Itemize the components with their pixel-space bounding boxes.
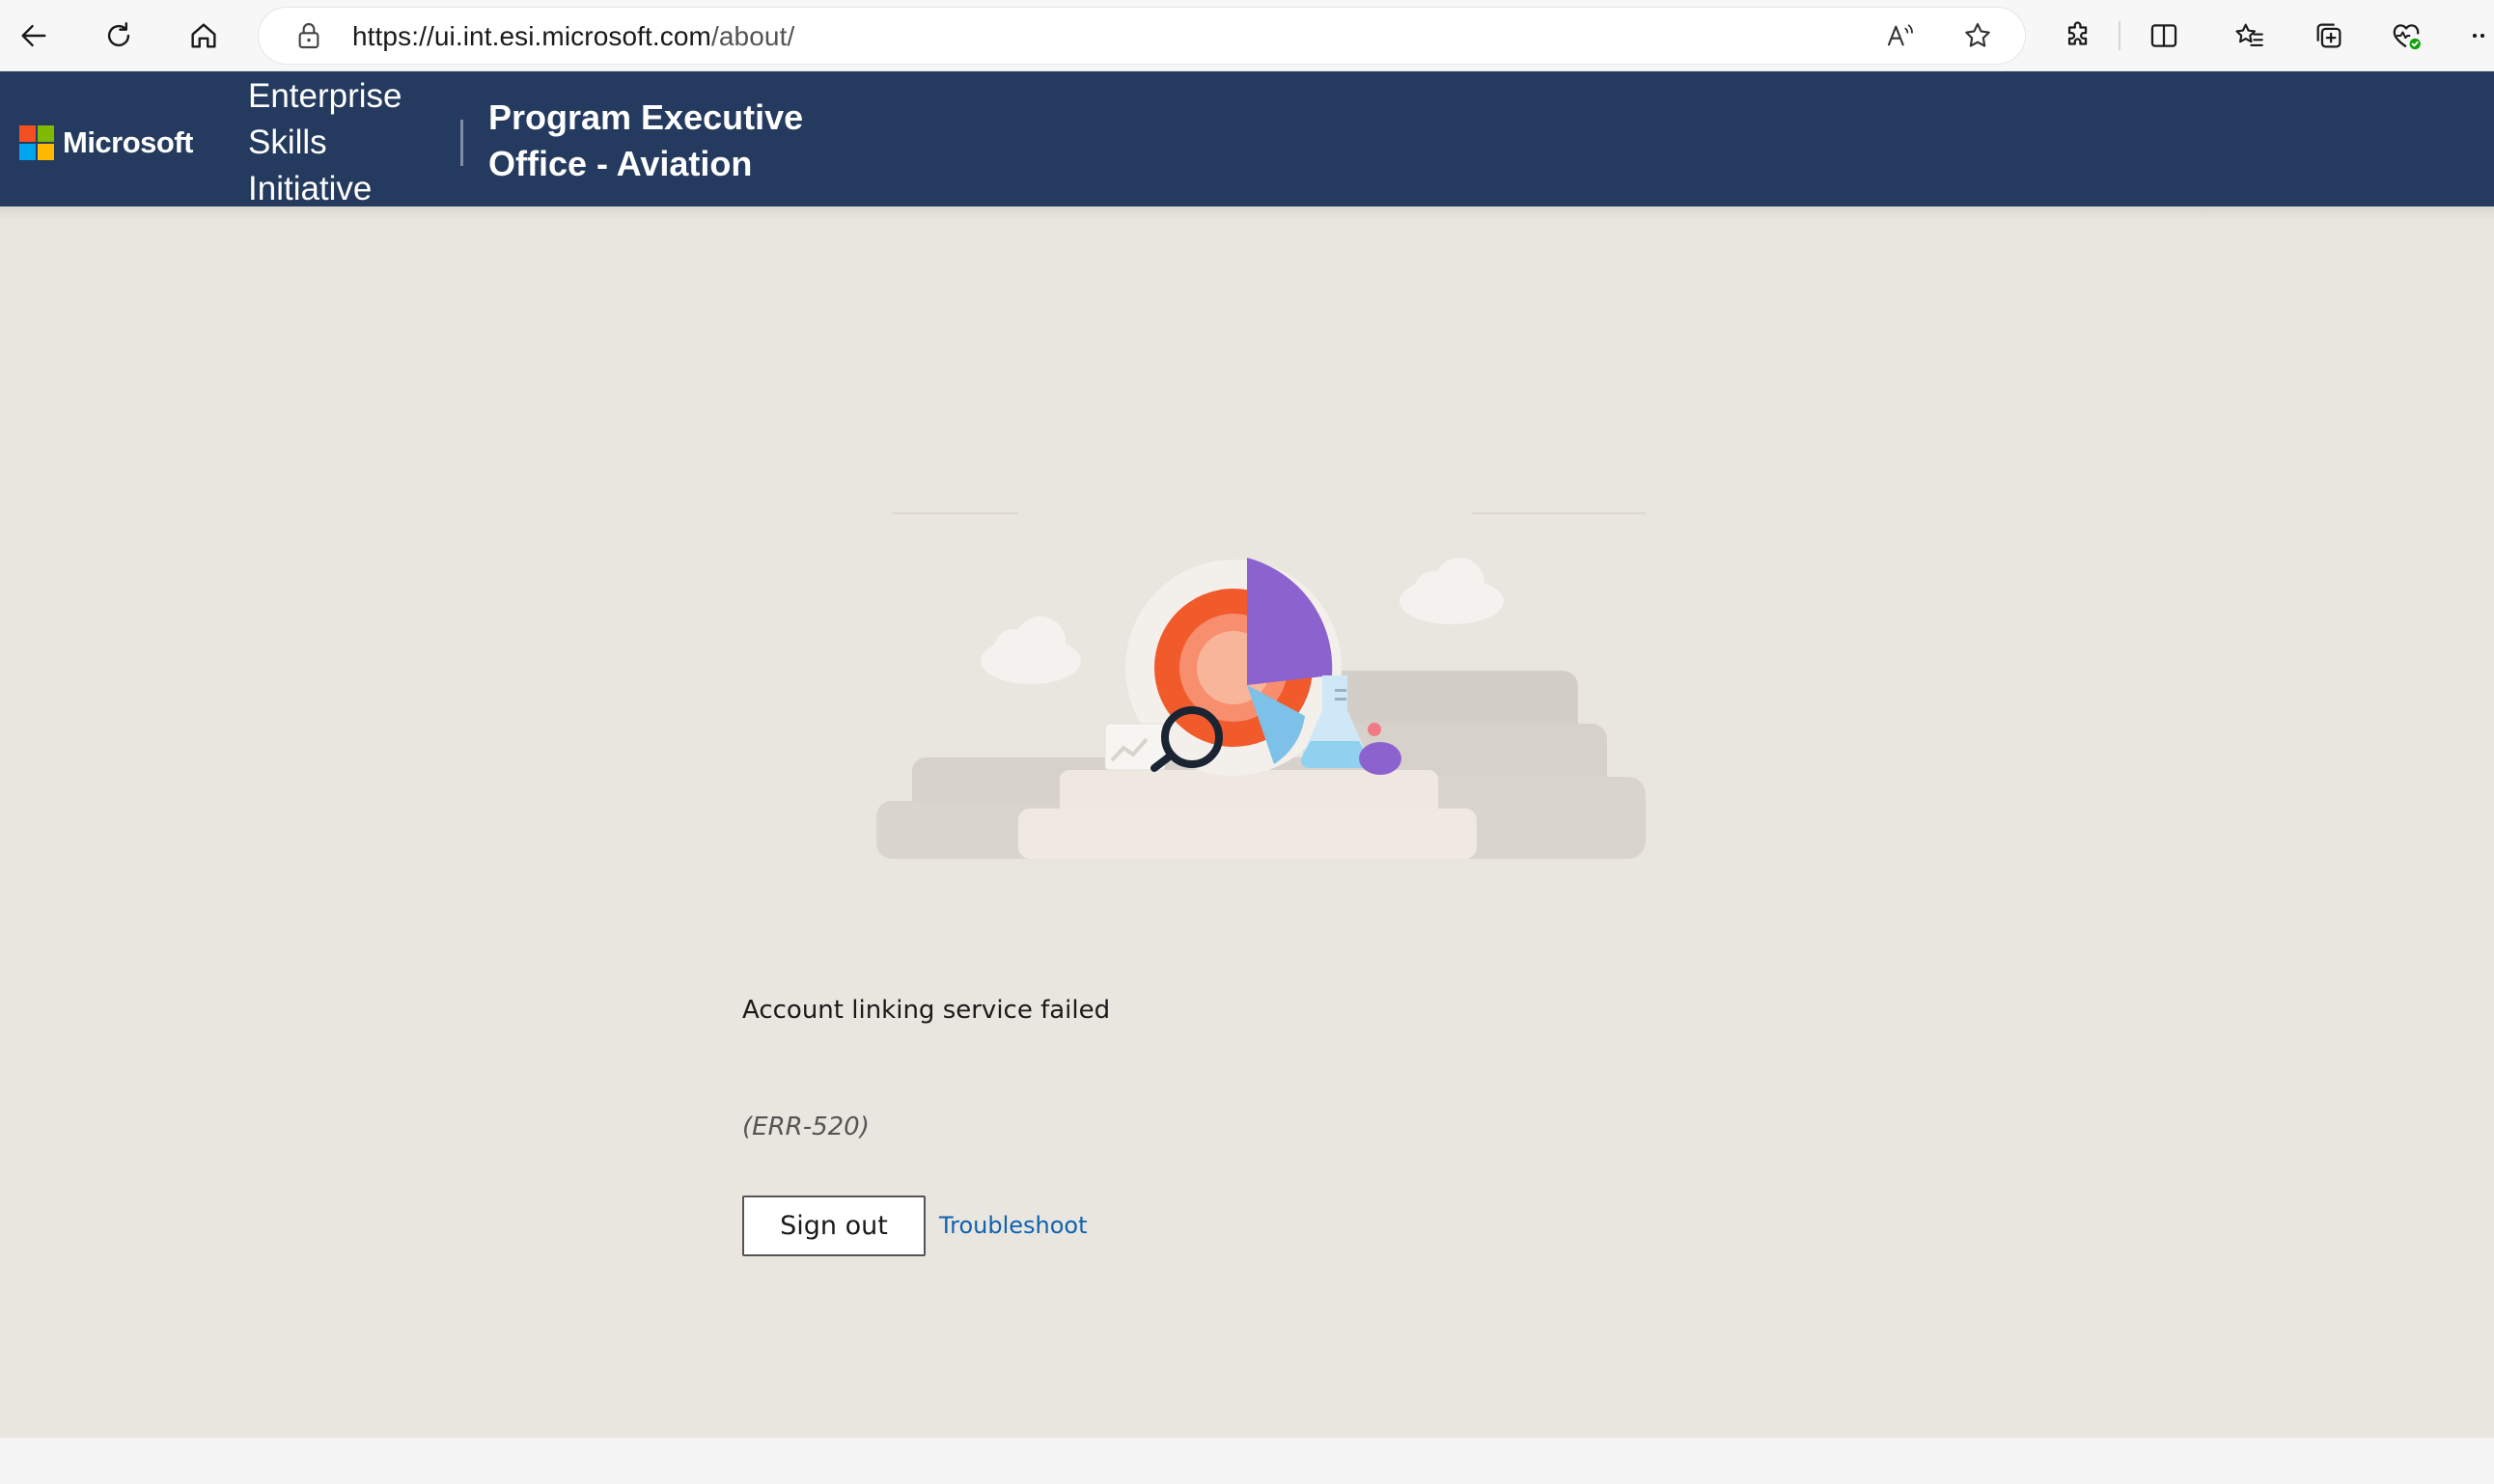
url-path: /about/ (711, 21, 795, 51)
home-icon (191, 23, 216, 48)
extensions-button[interactable] (2057, 14, 2101, 58)
add-favorite-button[interactable] (1959, 17, 1996, 54)
back-button[interactable] (10, 12, 58, 60)
arrow-left-icon (21, 24, 46, 47)
error-code: (ERR-520) (742, 1113, 870, 1141)
site-title[interactable]: Enterprise Skills Initiative (248, 73, 441, 212)
heart-pulse-icon (2393, 24, 2421, 50)
troubleshoot-link[interactable]: Troubleshoot (939, 1212, 1088, 1239)
home-button[interactable] (180, 12, 228, 60)
footer-band (0, 1438, 2494, 1484)
refresh-button[interactable] (95, 12, 143, 60)
browser-toolbar: https://ui.int.esi.microsoft.com/about/ (0, 0, 2494, 71)
sign-out-button[interactable]: Sign out (742, 1195, 926, 1256)
lock-icon[interactable] (293, 20, 324, 51)
microsoft-wordmark: Microsoft (63, 125, 194, 159)
read-aloud-icon (1887, 24, 1913, 46)
error-message: Account linking service failed (742, 996, 1111, 1025)
browser-essentials-button[interactable] (2384, 14, 2428, 58)
more-button[interactable] (2464, 14, 2493, 58)
refresh-icon (107, 22, 130, 47)
puzzle-icon (2067, 21, 2088, 45)
split-screen-icon (2150, 24, 2177, 47)
toolbar-divider (2119, 21, 2120, 50)
url-host: https://ui.int.esi.microsoft.com (352, 21, 711, 51)
microsoft-logo[interactable]: Microsoft (19, 125, 194, 160)
address-bar[interactable]: https://ui.int.esi.microsoft.com/about/ (259, 8, 2025, 64)
microsoft-logo-icon (19, 125, 54, 160)
header-divider (460, 120, 463, 166)
site-header: Microsoft Enterprise Skills Initiative P… (0, 71, 2494, 207)
program-title: Program Executive Office - Aviation (488, 97, 804, 183)
header-shadow (0, 206, 2494, 220)
more-icon (2472, 33, 2485, 39)
collections-button[interactable] (2307, 14, 2351, 58)
favorites-button[interactable] (2228, 14, 2272, 58)
star-icon (1965, 22, 1990, 47)
url-text[interactable]: https://ui.int.esi.microsoft.com/about/ (352, 21, 794, 52)
error-illustration (869, 502, 1650, 859)
analytics-illustration-icon (876, 512, 1646, 859)
collections-icon (2316, 23, 2342, 48)
split-screen-button[interactable] (2142, 14, 2186, 58)
read-aloud-button[interactable] (1882, 17, 1919, 54)
favorites-icon (2235, 23, 2263, 46)
